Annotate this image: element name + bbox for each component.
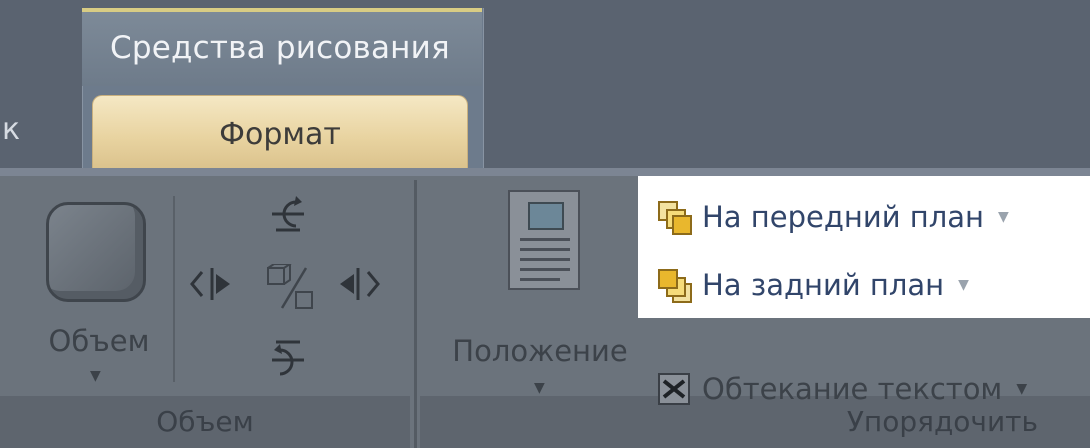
chevron-down-icon: ▼ xyxy=(998,209,1009,225)
tab-partial-left[interactable]: к xyxy=(0,92,84,168)
page-layout-icon xyxy=(508,190,580,290)
tilt-down-icon[interactable] xyxy=(268,336,308,382)
text-wrap-icon xyxy=(656,371,692,407)
group-volume-footer: Объем xyxy=(0,396,410,448)
send-backward-icon xyxy=(656,267,692,303)
tab-format[interactable]: Формат xyxy=(92,95,468,173)
tilt-left-icon[interactable] xyxy=(190,266,234,302)
chevron-down-icon: ▼ xyxy=(90,368,101,384)
chevron-down-icon: ▼ xyxy=(1016,381,1028,397)
position-button[interactable]: Положение ▼ xyxy=(430,186,650,406)
bring-forward-button[interactable]: На передний план ▼ xyxy=(656,192,1009,242)
chevron-down-icon: ▼ xyxy=(958,277,969,293)
contextual-group-label: Средства рисования xyxy=(82,8,482,86)
chevron-down-icon: ▼ xyxy=(534,380,545,396)
separator xyxy=(173,196,175,382)
ribbon-divider xyxy=(0,168,1090,176)
cube-icon xyxy=(46,202,146,302)
toggle-3d-icon[interactable] xyxy=(262,264,316,310)
group-volume: Объем ▼ Объем xyxy=(0,176,410,448)
volume-button-label: Объем xyxy=(48,324,150,358)
tilt-right-icon[interactable] xyxy=(336,266,380,302)
text-wrap-button[interactable]: Обтекание текстом ▼ xyxy=(656,364,1027,414)
send-backward-button[interactable]: На задний план ▼ xyxy=(656,260,969,310)
highlight-panel: На передний план ▼ На задний план ▼ xyxy=(638,176,1090,318)
send-backward-label: На задний план xyxy=(702,268,945,302)
bring-forward-label: На передний план xyxy=(702,200,984,234)
tilt-up-icon[interactable] xyxy=(268,192,308,238)
bring-forward-icon xyxy=(656,199,692,235)
volume-button[interactable]: Объем ▼ xyxy=(30,194,168,404)
group-separator xyxy=(414,180,417,448)
text-wrap-label: Обтекание текстом xyxy=(702,372,1003,406)
position-button-label: Положение xyxy=(452,334,628,368)
